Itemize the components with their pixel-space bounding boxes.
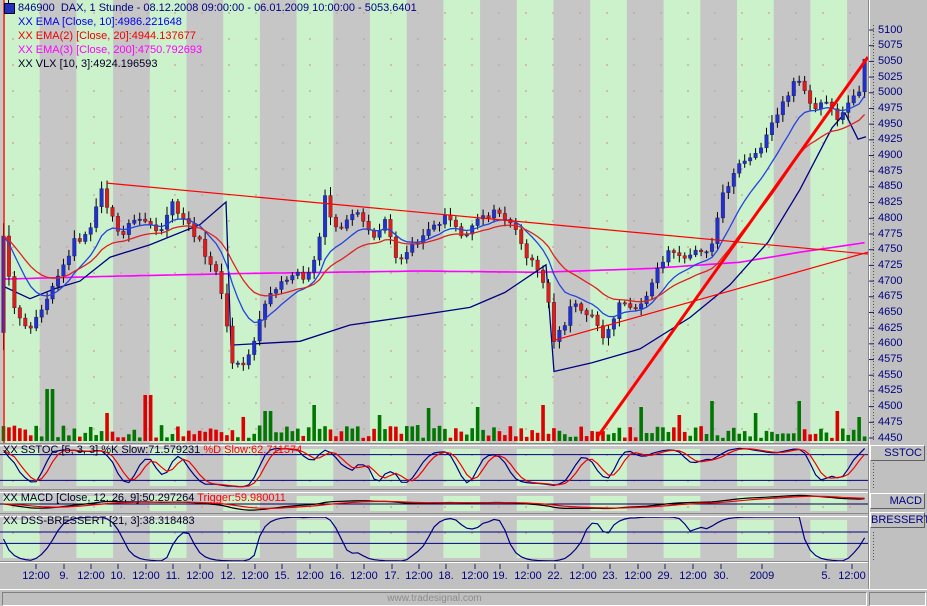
time-tick-label: 12:00	[350, 570, 378, 582]
price-tick-label: 4475	[878, 416, 902, 428]
time-tick-label: 12.	[220, 570, 235, 582]
price-tick-label: 4950	[878, 118, 902, 130]
chart-title: 846900 DAX, 1 Stunde - 08.12.2008 09:00:…	[18, 2, 417, 15]
price-tick-label: 4450	[878, 432, 902, 444]
time-tick-label: 10.	[110, 570, 125, 582]
time-tick-label: 30.	[713, 570, 728, 582]
time-tick-label: 29.	[657, 570, 672, 582]
time-tick-label: 12:00	[296, 570, 324, 582]
price-tick-label: 4800	[878, 212, 902, 224]
price-tick-label: 5075	[878, 39, 902, 51]
price-tick-label: 4550	[878, 369, 902, 381]
price-tick-label: 4700	[878, 275, 902, 287]
price-tick-label: 4775	[878, 228, 902, 240]
time-tick-label: 12:00	[186, 570, 214, 582]
macd-label-trigger: Trigger:59.980011	[197, 492, 286, 504]
time-tick-label: 23.	[602, 570, 617, 582]
price-tick-label: 4925	[878, 133, 902, 145]
sstoc-panel-label: XX SSTOC [5, 3, 3] %K Slow:71.579231 %D …	[3, 444, 302, 457]
price-tick-label: 5025	[878, 71, 902, 83]
time-tick-label: 12:00	[241, 570, 269, 582]
price-tick-label: 4850	[878, 180, 902, 192]
time-tick-label: 12:00	[514, 570, 542, 582]
time-axis[interactable]: 12:00 9. 12:00 10. 12:00 11. 12:00 12. 12:00 15. 1…	[0, 563, 927, 589]
price-tick-label: 4975	[878, 102, 902, 114]
price-tick-label: 4875	[878, 165, 902, 177]
time-tick-label: 12:00	[405, 570, 433, 582]
time-tick-label: 19.	[492, 570, 507, 582]
time-tick-label: 16.	[329, 570, 344, 582]
sstoc-label-main: XX SSTOC [5, 3, 3] %K Slow:71.579231	[3, 444, 203, 456]
price-tick-label: 4725	[878, 259, 902, 271]
time-tick-label: 12:00	[838, 570, 866, 582]
session-stripes	[0, 0, 868, 563]
candlestick-chart-icon	[4, 3, 15, 14]
time-tick-label: 12:00	[132, 570, 160, 582]
dss-label-main: XX DSS-BRESSERT [21, 3]:38.318483	[3, 515, 195, 527]
time-tick-label: 12:00	[22, 570, 50, 582]
macd-panel-label: XX MACD [Close, 12, 26, 9]:50.297264 Tri…	[3, 492, 286, 505]
macd-label-main: XX MACD [Close, 12, 26, 9]:50.297264	[3, 492, 197, 504]
dss-panel-label: XX DSS-BRESSERT [21, 3]:38.318483	[3, 515, 195, 528]
time-tick-label: 17.	[384, 570, 399, 582]
time-tick-label: 9.	[59, 570, 68, 582]
time-tick-label: 12:00	[679, 570, 707, 582]
price-tick-label: 4750	[878, 243, 902, 255]
time-tick-label: 2009	[750, 570, 774, 582]
price-tick-label: 4500	[878, 400, 902, 412]
sstoc-label-d: %D Slow:62.711574	[203, 444, 302, 456]
price-tick-label: 4900	[878, 149, 902, 161]
price-axis[interactable]: 5100 5075 5050 5025 5000 4975 4950 4925 4900 4875…	[868, 0, 927, 563]
price-tick-label: 5100	[878, 24, 902, 36]
indicator-label-ema200: XX EMA(3) [Close, 200]:4750.792693	[18, 44, 202, 57]
indicator-label-ema10: XX EMA [Close, 10]:4986.221648	[18, 16, 182, 29]
time-tick-label: 18.	[438, 570, 453, 582]
time-tick-label: 12:00	[77, 570, 105, 582]
tradesignal-chart-window: 846900 DAX, 1 Stunde - 08.12.2008 09:00:…	[0, 0, 927, 606]
status-bar-text: www.tradesignal.com	[2, 592, 867, 606]
price-tick-label: 4675	[878, 290, 902, 302]
indicator-label-vlx: XX VLX [10, 3]:4924.196593	[18, 58, 157, 71]
time-tick-label: 22.	[547, 570, 562, 582]
price-tick-label: 4525	[878, 384, 902, 396]
time-tick-label: 15.	[274, 570, 289, 582]
time-tick-label: 12:00	[624, 570, 652, 582]
price-tick-label: 4600	[878, 337, 902, 349]
status-bar: www.tradesignal.com	[0, 589, 927, 606]
price-tick-label: 5000	[878, 86, 902, 98]
price-tick-label: 4575	[878, 353, 902, 365]
price-tick-label: 4625	[878, 322, 902, 334]
time-tick-label: 12:00	[461, 570, 489, 582]
time-tick-label: 12:00	[569, 570, 597, 582]
indicator-label-ema20: XX EMA(2) [Close, 20]:4944.137677	[18, 30, 196, 43]
price-tick-label: 4825	[878, 196, 902, 208]
status-bar-cell	[869, 592, 926, 606]
time-tick-label: 11.	[166, 570, 180, 582]
price-tick-label: 5050	[878, 55, 902, 67]
time-tick-label: 5.	[821, 570, 830, 582]
price-tick-label: 4650	[878, 306, 902, 318]
